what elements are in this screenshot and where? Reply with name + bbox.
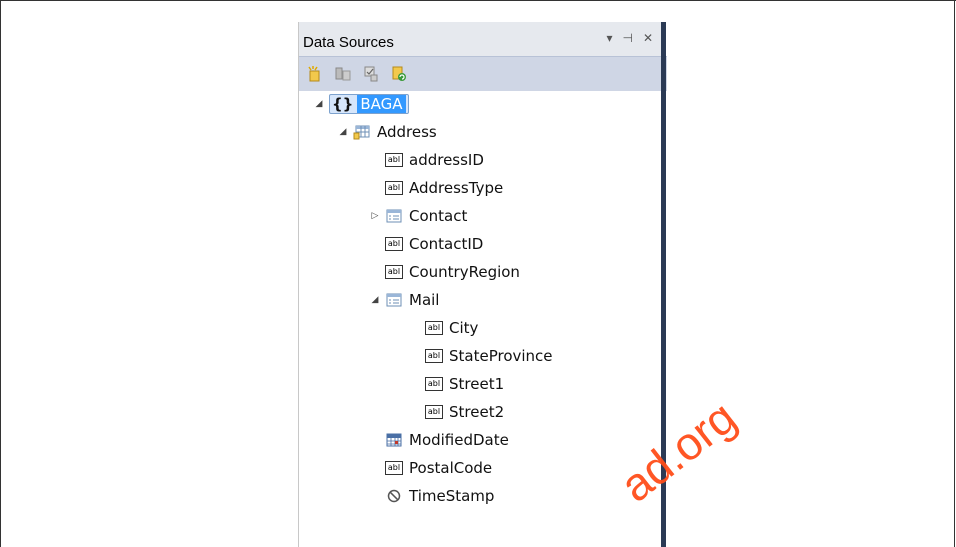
tree-node-contactid[interactable]: abl ContactID <box>385 232 483 256</box>
tree-node-root[interactable]: ◢ {} BAGA <box>313 92 409 116</box>
frame-right-border <box>954 0 955 547</box>
tree-node-city[interactable]: abl City <box>425 316 478 340</box>
tree-node-timestamp[interactable]: TimeStamp <box>385 484 494 508</box>
tree-node-address[interactable]: ◢ Address <box>337 120 437 144</box>
tree-node-stateprovince[interactable]: abl StateProvince <box>425 344 553 368</box>
tree-node-modifieddate[interactable]: ModifiedDate <box>385 428 509 452</box>
field-label: addressID <box>409 151 484 169</box>
collapse-icon[interactable]: ◢ <box>337 126 349 138</box>
frame-top-border <box>0 0 956 1</box>
field-label: Contact <box>409 207 468 225</box>
address-label: Address <box>377 123 437 141</box>
calendar-icon <box>385 432 403 448</box>
textbox-field-icon: abl <box>385 236 403 252</box>
collapse-icon[interactable]: ◢ <box>313 98 325 110</box>
panel-controls: ▾ ⊣ ✕ <box>606 31 653 45</box>
tree-node-mail[interactable]: ◢ Mail <box>369 288 440 312</box>
details-icon <box>385 208 403 224</box>
table-icon <box>353 124 371 140</box>
close-icon[interactable]: ✕ <box>643 31 653 45</box>
edit-dataset-designer-icon[interactable] <box>333 64 353 84</box>
root-node-selection: {} BAGA <box>329 94 409 114</box>
tree-node-addressid[interactable]: abl addressID <box>385 148 484 172</box>
add-data-source-icon[interactable] <box>305 64 325 84</box>
tree-node-addresstype[interactable]: abl AddressType <box>385 176 503 200</box>
tree-node-countryregion[interactable]: abl CountryRegion <box>385 260 520 284</box>
dataset-icon: {} <box>332 95 354 113</box>
refresh-icon[interactable] <box>389 64 409 84</box>
textbox-field-icon: abl <box>385 264 403 280</box>
field-label: ContactID <box>409 235 484 253</box>
field-label: Street2 <box>449 403 505 421</box>
tree-node-postalcode[interactable]: abl PostalCode <box>385 456 492 480</box>
field-label: Street1 <box>449 375 505 393</box>
textbox-field-icon: abl <box>425 404 443 420</box>
field-label: City <box>449 319 479 337</box>
panel-title: Data Sources <box>303 33 394 51</box>
collapse-icon[interactable]: ◢ <box>369 294 381 306</box>
panel-titlebar: Data Sources ▾ ⊣ ✕ <box>299 22 661 56</box>
field-label: CountryRegion <box>409 263 520 281</box>
tree-node-contact[interactable]: ▷ Contact <box>369 204 468 228</box>
expand-icon[interactable]: ▷ <box>369 210 381 222</box>
textbox-field-icon: abl <box>385 152 403 168</box>
root-label: BAGA <box>357 95 406 113</box>
field-label: TimeStamp <box>409 487 495 505</box>
textbox-field-icon: abl <box>425 320 443 336</box>
field-label: Mail <box>409 291 440 309</box>
field-label: StateProvince <box>449 347 553 365</box>
details-icon <box>385 292 403 308</box>
tree-node-street2[interactable]: abl Street2 <box>425 400 504 424</box>
field-label: PostalCode <box>409 459 493 477</box>
field-label: ModifiedDate <box>409 431 509 449</box>
none-control-icon <box>385 488 403 504</box>
frame-left-border <box>0 0 1 547</box>
textbox-field-icon: abl <box>385 460 403 476</box>
dropdown-icon[interactable]: ▾ <box>606 31 612 45</box>
textbox-field-icon: abl <box>425 376 443 392</box>
textbox-field-icon: abl <box>385 180 403 196</box>
textbox-field-icon: abl <box>425 348 443 364</box>
field-label: AddressType <box>409 179 504 197</box>
panel-toolbar <box>299 56 667 91</box>
configure-dataset-icon[interactable] <box>361 64 381 84</box>
tree-node-street1[interactable]: abl Street1 <box>425 372 504 396</box>
pin-icon[interactable]: ⊣ <box>622 31 632 45</box>
